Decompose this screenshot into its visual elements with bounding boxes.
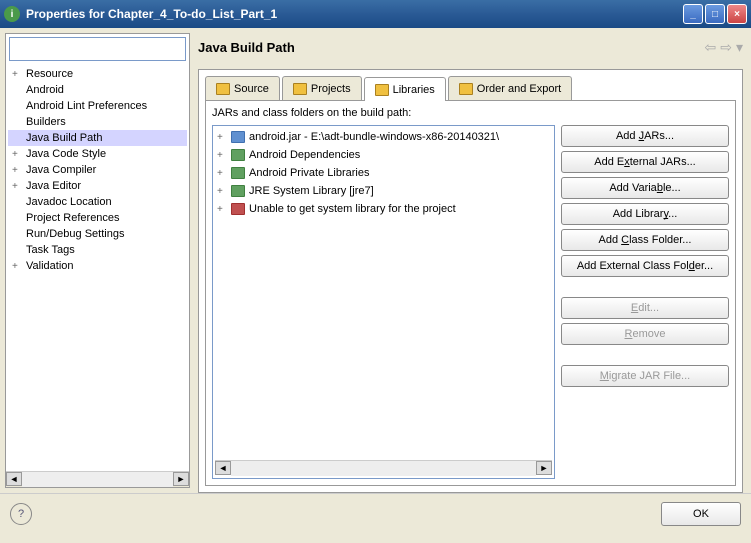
expand-icon[interactable]: + (12, 69, 24, 80)
order-icon (459, 83, 473, 95)
window-controls: _ □ × (683, 4, 747, 24)
add-jars-button[interactable]: Add JARs... (561, 125, 729, 147)
library-icon (375, 84, 389, 96)
list-item[interactable]: +Android Dependencies (215, 146, 552, 164)
list-item[interactable]: +Android Private Libraries (215, 164, 552, 182)
back-icon[interactable]: ⇦ (705, 39, 717, 56)
scroll-track[interactable] (231, 461, 536, 476)
library-icon (231, 149, 245, 161)
tree-item-lint[interactable]: Android Lint Preferences (8, 98, 187, 114)
window-title: Properties for Chapter_4_To-do_List_Part… (26, 7, 683, 21)
tree-item-builders[interactable]: Builders (8, 114, 187, 130)
tree-item-task-tags[interactable]: Task Tags (8, 242, 187, 258)
scroll-right-icon[interactable]: ► (173, 472, 189, 486)
right-panel: Java Build Path ⇦ ⇨ ▾ Source Projects Li… (190, 28, 751, 493)
nav-arrows: ⇦ ⇨ ▾ (705, 39, 744, 56)
button-column: Add JARs... Add External JARs... Add Var… (561, 125, 729, 479)
list-item[interactable]: +android.jar - E:\adt-bundle-windows-x86… (215, 128, 552, 146)
tree-item-javadoc[interactable]: Javadoc Location (8, 194, 187, 210)
filter-input[interactable] (9, 37, 186, 61)
error-icon (231, 203, 245, 215)
folder-icon (293, 83, 307, 95)
scroll-right-icon[interactable]: ► (536, 461, 552, 475)
list-item[interactable]: +Unable to get system library for the pr… (215, 200, 552, 218)
expand-icon[interactable]: + (12, 181, 24, 192)
main-content: +Resource Android Android Lint Preferenc… (0, 28, 751, 493)
property-tree: +Resource Android Android Lint Preferenc… (6, 64, 189, 471)
expand-icon[interactable]: + (12, 165, 24, 176)
remove-button: Remove (561, 323, 729, 345)
tree-scrollbar[interactable]: ◄ ► (6, 471, 189, 487)
tree-item-code-style[interactable]: +Java Code Style (8, 146, 187, 162)
tree-item-validation[interactable]: +Validation (8, 258, 187, 274)
add-library-button[interactable]: Add Library... (561, 203, 729, 225)
add-class-folder-button[interactable]: Add Class Folder... (561, 229, 729, 251)
library-icon (231, 167, 245, 179)
expand-icon[interactable]: + (217, 150, 227, 161)
tree-item-android[interactable]: Android (8, 82, 187, 98)
tab-content: JARs and class folders on the build path… (205, 100, 736, 486)
maximize-button[interactable]: □ (705, 4, 725, 24)
tab-projects[interactable]: Projects (282, 76, 362, 100)
page-header: Java Build Path ⇦ ⇨ ▾ (198, 33, 743, 61)
classpath-list[interactable]: +android.jar - E:\adt-bundle-windows-x86… (212, 125, 555, 479)
expand-icon[interactable]: + (217, 168, 227, 179)
app-icon: i (4, 6, 20, 22)
ok-button[interactable]: OK (661, 502, 741, 526)
tab-libraries[interactable]: Libraries (364, 77, 446, 101)
expand-icon[interactable]: + (217, 186, 227, 197)
scroll-left-icon[interactable]: ◄ (6, 472, 22, 486)
minimize-button[interactable]: _ (683, 4, 703, 24)
tree-item-java-build-path[interactable]: Java Build Path (8, 130, 187, 146)
list-item[interactable]: +JRE System Library [jre7] (215, 182, 552, 200)
close-button[interactable]: × (727, 4, 747, 24)
page-title: Java Build Path (198, 40, 705, 55)
tree-item-rundebug[interactable]: Run/Debug Settings (8, 226, 187, 242)
tab-source[interactable]: Source (205, 76, 280, 100)
expand-icon[interactable]: + (217, 204, 227, 215)
footer: ? OK (0, 493, 751, 533)
add-external-jars-button[interactable]: Add External JARs... (561, 151, 729, 173)
tree-item-compiler[interactable]: +Java Compiler (8, 162, 187, 178)
left-panel: +Resource Android Android Lint Preferenc… (5, 33, 190, 488)
expand-icon[interactable]: + (12, 149, 24, 160)
scroll-track[interactable] (22, 472, 173, 487)
tab-order-export[interactable]: Order and Export (448, 76, 572, 100)
tree-item-resource[interactable]: +Resource (8, 66, 187, 82)
scroll-left-icon[interactable]: ◄ (215, 461, 231, 475)
expand-icon[interactable]: + (217, 132, 227, 143)
tree-item-project-refs[interactable]: Project References (8, 210, 187, 226)
description-label: JARs and class folders on the build path… (212, 107, 729, 119)
library-icon (231, 185, 245, 197)
folder-icon (216, 83, 230, 95)
edit-button: Edit... (561, 297, 729, 319)
forward-icon[interactable]: ⇨ (720, 39, 732, 56)
migrate-jar-button: Migrate JAR File... (561, 365, 729, 387)
titlebar: i Properties for Chapter_4_To-do_List_Pa… (0, 0, 751, 28)
list-scrollbar[interactable]: ◄ ► (215, 460, 552, 476)
expand-icon[interactable]: + (12, 261, 24, 272)
help-icon[interactable]: ? (10, 503, 32, 525)
tab-container: Source Projects Libraries Order and Expo… (198, 69, 743, 493)
menu-dropdown-icon[interactable]: ▾ (736, 39, 743, 56)
add-external-class-folder-button[interactable]: Add External Class Folder... (561, 255, 729, 277)
tab-bar: Source Projects Libraries Order and Expo… (205, 76, 736, 100)
jar-icon (231, 131, 245, 143)
content-row: +android.jar - E:\adt-bundle-windows-x86… (212, 125, 729, 479)
add-variable-button[interactable]: Add Variable... (561, 177, 729, 199)
tree-item-editor[interactable]: +Java Editor (8, 178, 187, 194)
